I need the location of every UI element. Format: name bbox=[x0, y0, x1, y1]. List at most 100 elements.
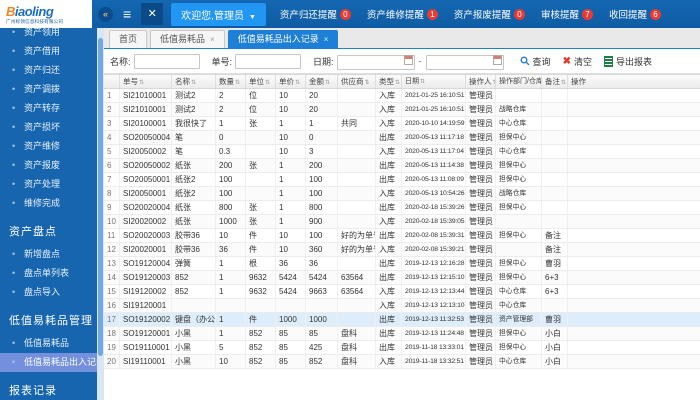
column-header[interactable]: 操作人⇅ bbox=[466, 75, 496, 88]
table-row[interactable]: 14 SO19120003 852 1 9632 5424 5424 63564 出库 2019-… bbox=[104, 271, 700, 285]
table-row[interactable]: 16 SI19120001 入库 2019-12-13 12:13:10 管理员 中心仓库 bbox=[104, 299, 700, 313]
close-icon[interactable]: ✕ bbox=[141, 3, 164, 25]
chevron-down-icon: ▼ bbox=[248, 13, 256, 21]
column-header[interactable]: 单价⇅ bbox=[276, 75, 306, 88]
table-row[interactable]: 9 SO20020004 纸张 800 张 1 800 出库 2020-02-18 15:39:… bbox=[104, 201, 700, 215]
name-filter-input[interactable] bbox=[133, 53, 200, 69]
column-header[interactable]: 数量⇅ bbox=[216, 75, 246, 88]
table-cell: 10 bbox=[276, 103, 306, 116]
bullet-icon: • bbox=[12, 84, 16, 94]
table-row[interactable]: 11SO20020003胶带3610件10100好的为单号出库2020-02-0… bbox=[104, 229, 700, 243]
table-cell: 管理员 bbox=[466, 341, 496, 354]
table-cell bbox=[338, 201, 376, 214]
column-header[interactable]: 供应商⇅ bbox=[338, 75, 376, 88]
column-header-label: 备注 bbox=[545, 77, 560, 86]
table-row[interactable]: 13 SO19120004 弹簧 1 根 36 36 出库 2019-12-13 12:16:2… bbox=[104, 257, 700, 271]
table-cell: 张 bbox=[246, 215, 276, 228]
table-cell: 出库 bbox=[376, 159, 402, 172]
calendar-icon[interactable] bbox=[403, 55, 413, 65]
table-cell: SI21010001 bbox=[120, 89, 172, 102]
table-row[interactable]: 2 SI21010001 测试2 2 位 10 20 入库 2021-01-25 16:10:5… bbox=[104, 103, 700, 117]
column-header[interactable]: 名称⇅ bbox=[172, 75, 216, 88]
sidebar-item[interactable]: • 资产处理 bbox=[0, 175, 97, 194]
sidebar-group-header[interactable]: 报表记录 bbox=[0, 372, 97, 400]
column-header-label: 操作人 bbox=[469, 77, 492, 86]
column-header[interactable]: 单号⇅ bbox=[120, 75, 172, 88]
calendar-icon[interactable] bbox=[492, 55, 502, 65]
table-cell: 弹簧 bbox=[172, 257, 216, 270]
table-row[interactable]: 18 SO19120001 小黑 1 852 85 85 盘科 出库 2019-12-13 11:… bbox=[104, 327, 700, 341]
sidebar-item[interactable]: • 低值易耗品 bbox=[0, 334, 97, 353]
tab-close-icon[interactable]: × bbox=[324, 31, 329, 48]
table-row[interactable]: 15 SI19120002 852 1 9632 5424 9663 63564 入库 2019-… bbox=[104, 285, 700, 299]
table-cell: 中心仓库 bbox=[496, 299, 542, 312]
table-cell: 入库 bbox=[376, 215, 402, 228]
sidebar-item[interactable]: • 盘点单列表 bbox=[0, 264, 97, 283]
table-row[interactable]: 4 SO20050004 笔 0 10 0 出库 2020-05-13 11:17:18 管理员… bbox=[104, 131, 700, 145]
sidebar-item[interactable]: • 低值易耗品出入记录 bbox=[0, 353, 97, 372]
column-header[interactable]: 类型⇅ bbox=[376, 75, 402, 88]
nav-item[interactable]: 收回提醒 6 bbox=[609, 7, 661, 21]
sidebar-item[interactable]: • 资产归还 bbox=[0, 61, 97, 80]
table-cell: 担保中心 bbox=[496, 173, 542, 186]
welcome-user-button[interactable]: 欢迎您,管理员 ▼ bbox=[171, 2, 266, 26]
collapse-icon[interactable]: « bbox=[98, 6, 113, 22]
sidebar-item[interactable]: • 资产报废 bbox=[0, 156, 97, 175]
sidebar-item[interactable]: • 资产转存 bbox=[0, 99, 97, 118]
table-cell: 5 bbox=[216, 341, 246, 354]
sidebar-group-header[interactable]: 资产盘点 bbox=[0, 213, 97, 245]
nav-item[interactable]: 资产报废提醒 0 bbox=[454, 7, 525, 21]
table-row[interactable]: 8 SI20050001 纸张2 100 1 100 入库 2020-05-13 10:54:… bbox=[104, 187, 700, 201]
tab[interactable]: 首页 bbox=[109, 30, 148, 48]
sidebar-item[interactable]: • 资产借用 bbox=[0, 42, 97, 61]
sidebar-scrollbar[interactable] bbox=[97, 28, 104, 400]
export-button[interactable]: 导出报表 bbox=[603, 55, 652, 68]
notification-badge: 6 bbox=[649, 8, 661, 20]
table-row[interactable]: 5 SI20050002 笔 0.3 10 3 入库 2020-05-13 11:17:04 管… bbox=[104, 145, 700, 159]
table-cell: 测试2 bbox=[172, 103, 216, 116]
column-header[interactable]: 金额⇅ bbox=[306, 75, 338, 88]
tab-bar: 首页 低值易耗品 × 低值易耗品出入记录 × bbox=[104, 28, 700, 49]
tab-close-icon[interactable]: × bbox=[210, 31, 215, 48]
hamburger-menu-icon[interactable]: ≡ bbox=[123, 6, 131, 22]
sidebar-item[interactable]: • 新增盘点 bbox=[0, 245, 97, 264]
order-filter-input[interactable] bbox=[235, 53, 302, 69]
nav-item[interactable]: 资产维修提醒 1 bbox=[367, 7, 438, 21]
table-cell: 纸张 bbox=[172, 215, 216, 228]
nav-item[interactable]: 资产归还提醒 0 bbox=[280, 7, 351, 21]
table-row[interactable]: 1 SI21010001 测试2 2 位 10 20 入库 2021-01-25 16:10:5… bbox=[104, 89, 700, 103]
table-row[interactable]: 19 SO19110001 小黑 5 852 85 425 盘科 出库 2019-11-18 13… bbox=[104, 341, 700, 355]
table-row[interactable]: 7 SO20050001 纸张2 100 1 100 出库 2020-05-13 11:08:… bbox=[104, 173, 700, 187]
table-row[interactable]: 6 SO20050002 纸张 200 张 1 200 出库 2020-05-13 11:14:… bbox=[104, 159, 700, 173]
column-header[interactable]: 备注⇅ bbox=[542, 75, 568, 88]
table-row[interactable]: 10 SI20020002 纸张 1000 张 1 900 入库 2020-02-18 15:3… bbox=[104, 215, 700, 229]
tab[interactable]: 低值易耗品出入记录 × bbox=[227, 30, 339, 48]
table-row[interactable]: 12SI20020001胶带3636件10360好的为单号入库2020-02-0… bbox=[104, 243, 700, 257]
table-row[interactable]: 17SO19120002键盘（办公用）1件10001000出库2019-12-1… bbox=[104, 313, 700, 327]
tab[interactable]: 低值易耗品 × bbox=[150, 30, 225, 48]
table-cell bbox=[568, 285, 700, 298]
logo-text: Biaoling bbox=[6, 3, 54, 19]
table-cell: 管理员 bbox=[466, 243, 496, 256]
sidebar-item[interactable]: • 资产领用 bbox=[0, 28, 97, 42]
search-button[interactable]: 查询 bbox=[520, 55, 551, 68]
scrollbar-thumb[interactable] bbox=[98, 38, 103, 356]
clear-button[interactable]: ✖ 清空 bbox=[563, 55, 592, 68]
sidebar-item[interactable]: • 资产损坏 bbox=[0, 118, 97, 137]
column-header bbox=[104, 75, 120, 88]
table-cell: 1 bbox=[276, 215, 306, 228]
table-cell: 笔 bbox=[172, 145, 216, 158]
table-cell bbox=[338, 131, 376, 144]
sidebar-group-header[interactable]: 低值易耗品管理 bbox=[0, 302, 97, 334]
table-cell: 1000 bbox=[306, 313, 338, 326]
column-header[interactable]: 单位⇅ bbox=[246, 75, 276, 88]
sidebar-item[interactable]: • 资产调拨 bbox=[0, 80, 97, 99]
table-row[interactable]: 3 SI20100001 我很快了 1 张 1 1 共同 入库 2020-10-10 14:19:… bbox=[104, 117, 700, 131]
sidebar-item[interactable]: • 维修完成 bbox=[0, 194, 97, 213]
nav-item[interactable]: 审核提醒 7 bbox=[541, 7, 593, 21]
sidebar-item[interactable]: • 盘点导入 bbox=[0, 283, 97, 302]
table-row[interactable]: 20 SI19110001 小黑 10 852 85 852 盘科 入库 2019-11-18 1… bbox=[104, 355, 700, 369]
sidebar-item[interactable]: • 资产维修 bbox=[0, 137, 97, 156]
column-header[interactable]: 日期⇅ bbox=[402, 75, 466, 88]
bullet-icon: • bbox=[12, 46, 16, 56]
